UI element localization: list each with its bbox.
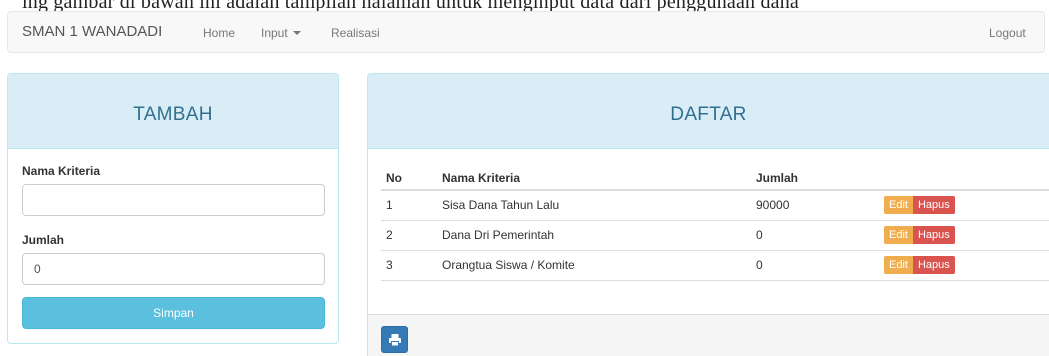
col-nama-kriteria: Nama Kriteria: [437, 167, 751, 191]
table-row: 2 Dana Dri Pemerintah 0 Edit Hapus: [381, 220, 1049, 251]
hapus-button[interactable]: Hapus: [912, 196, 955, 215]
cell-actions: Edit Hapus: [879, 190, 1049, 221]
list-panel-title: DAFTAR: [670, 104, 747, 125]
print-button[interactable]: [381, 326, 408, 353]
add-panel-title: TAMBAH: [133, 104, 213, 125]
table-row: 1 Sisa Dana Tahun Lalu 90000 Edit Hapus: [381, 190, 1049, 221]
cell-no: 3: [381, 250, 437, 281]
list-panel-footer: [368, 314, 1049, 356]
list-panel: DAFTAR No Nama Kriteria Jumlah 1 Sisa Da…: [367, 73, 1049, 356]
cell-jumlah: 90000: [751, 190, 879, 221]
kriteria-table: No Nama Kriteria Jumlah 1 Sisa Dana Tahu…: [381, 167, 1049, 281]
edit-button[interactable]: Edit: [884, 256, 913, 274]
nav-home[interactable]: Home: [203, 26, 235, 40]
col-actions: [879, 167, 1049, 191]
jumlah-label: Jumlah: [22, 233, 65, 247]
jumlah-input[interactable]: [22, 253, 325, 285]
edit-button[interactable]: Edit: [884, 196, 913, 215]
nav-realisasi[interactable]: Realisasi: [331, 26, 380, 40]
cell-jumlah: 0: [751, 250, 879, 281]
print-icon: [389, 334, 401, 347]
nav-input-dropdown[interactable]: Input: [261, 26, 301, 40]
hapus-button[interactable]: Hapus: [912, 256, 955, 274]
cell-no: 2: [381, 220, 437, 251]
nav-input-label: Input: [261, 26, 288, 40]
cell-no: 1: [381, 190, 437, 221]
nama-kriteria-label: Nama Kriteria: [22, 164, 101, 178]
cell-jumlah: 0: [751, 220, 879, 251]
add-panel: TAMBAH Nama Kriteria Jumlah Simpan: [7, 73, 339, 344]
col-jumlah: Jumlah: [751, 167, 879, 191]
cell-actions: Edit Hapus: [879, 220, 1049, 251]
cell-actions: Edit Hapus: [879, 250, 1049, 281]
simpan-button[interactable]: Simpan: [22, 297, 325, 329]
brand-link[interactable]: SMAN 1 WANADADI: [22, 23, 162, 40]
table-row: 3 Orangtua Siswa / Komite 0 Edit Hapus: [381, 250, 1049, 281]
cell-nama: Sisa Dana Tahun Lalu: [437, 190, 751, 221]
hapus-button[interactable]: Hapus: [912, 226, 955, 244]
caret-down-icon: [292, 31, 301, 35]
list-panel-heading: DAFTAR: [368, 74, 1049, 149]
col-no: No: [381, 167, 437, 191]
table-header-row: No Nama Kriteria Jumlah: [381, 167, 1049, 191]
nama-kriteria-input[interactable]: [22, 184, 325, 216]
cell-nama: Dana Dri Pemerintah: [437, 220, 751, 251]
add-panel-heading: TAMBAH: [8, 74, 338, 149]
edit-button[interactable]: Edit: [884, 226, 913, 244]
cell-nama: Orangtua Siswa / Komite: [437, 250, 751, 281]
navbar: SMAN 1 WANADADI Home Input Realisasi Log…: [7, 11, 1045, 53]
nav-logout[interactable]: Logout: [989, 26, 1026, 40]
